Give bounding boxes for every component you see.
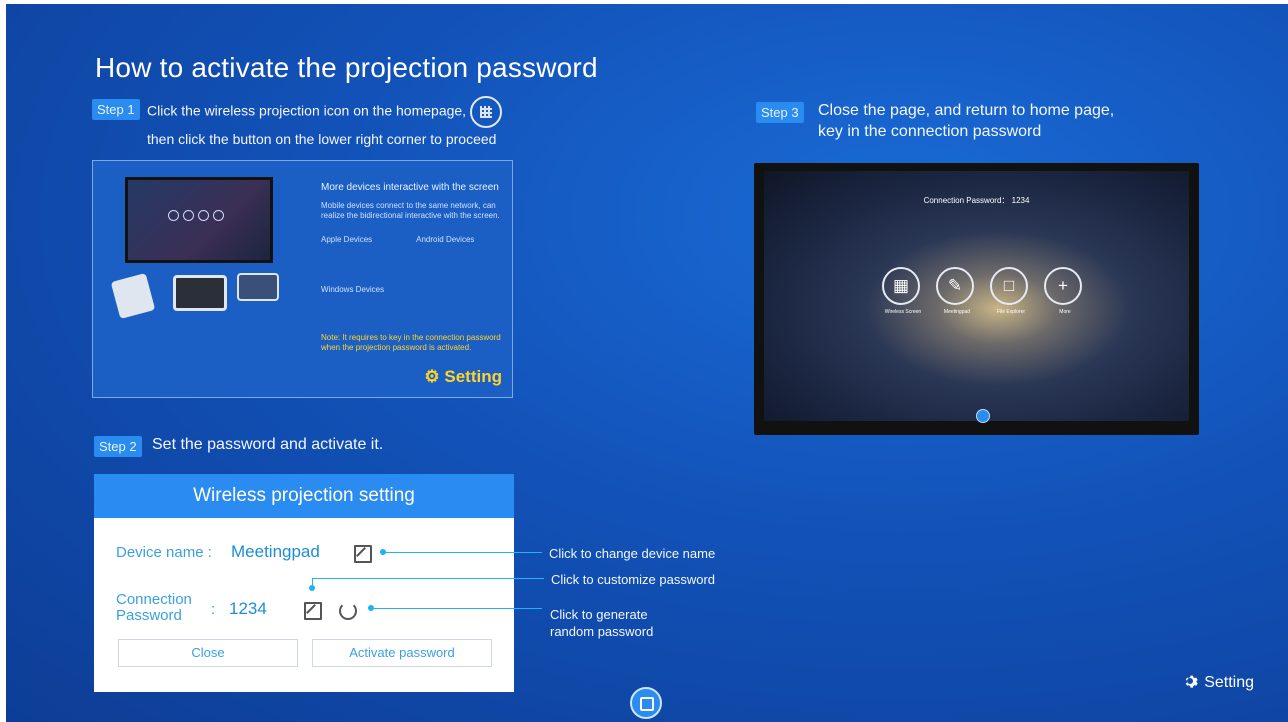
step3-preview: Connection Password： 1234 ▦ Wireless Scre…: [754, 163, 1199, 435]
refresh-icon[interactable]: [339, 602, 357, 620]
meetingpad-icon: ✎ Meetingpad: [936, 267, 974, 315]
preview-note: Note: It requires to key in the connecti…: [321, 333, 501, 352]
callout-random: Click to generate random password: [550, 606, 653, 640]
app-icons-row: ▦ Wireless Screen ✎ Meetingpad □ File Explo…: [882, 267, 1082, 315]
step3-line2: key in the connection password: [818, 123, 1042, 140]
connection-password-label: Connection Password: [116, 592, 192, 624]
connector-line: [384, 552, 542, 553]
step3-text: Close the page, and return to home page,…: [818, 100, 1114, 142]
step1-line1: Click the wireless projection icon on th…: [147, 102, 467, 119]
wireless-projection-icon: [470, 96, 503, 128]
connection-password-display: Connection Password： 1234: [923, 196, 1030, 205]
setting-button[interactable]: Setting: [1182, 673, 1254, 692]
callout-random-line2: random password: [550, 624, 654, 639]
step3-line1: Close the page, and return to home page,: [818, 102, 1115, 119]
callout-random-line1: Click to generate: [550, 607, 648, 622]
home-dot-icon: [976, 409, 990, 423]
left-border: [0, 0, 6, 722]
laptop-icon: [237, 273, 279, 301]
preview-instructions: More devices interactive with the screen…: [321, 183, 501, 353]
password-value: 1234: [229, 599, 267, 618]
tablet-icon: [173, 275, 227, 311]
connector-line: [312, 578, 313, 588]
step2-text: Set the password and activate it.: [152, 436, 384, 453]
step1-badge: Step 1: [92, 99, 140, 120]
device-name-value: Meetingpad: [231, 542, 320, 561]
preview-setting: ⚙ Setting: [424, 367, 502, 386]
password-label-line1: Connection: [116, 591, 192, 608]
preview-windows: Windows Devices: [321, 285, 385, 294]
preview-apple: Apple Devices: [321, 235, 373, 244]
top-border: [0, 0, 1288, 4]
preview-screen: Connection Password： 1234 ▦ Wireless Scre…: [764, 171, 1189, 423]
preview-subtext: Mobile devices connect to the same netwo…: [321, 201, 500, 220]
step1-line2: then click the button on the lower right…: [147, 131, 497, 147]
plus-icon: + More: [1044, 267, 1082, 315]
preview-android: Android Devices: [416, 235, 475, 244]
phone-icon: [110, 272, 156, 320]
page-title: How to activate the projection password: [95, 52, 598, 83]
device-name-label: Device name :: [116, 544, 212, 561]
password-label-line2: Password: [116, 607, 182, 624]
close-button[interactable]: Close: [118, 639, 298, 667]
setting-label: Setting: [1204, 674, 1254, 691]
edit-device-name-icon[interactable]: [354, 545, 372, 563]
wireless-projection-dialog: Wireless projection setting Device name …: [94, 474, 514, 692]
step1-text: Click the wireless projection icon on th…: [147, 96, 503, 150]
callout-customize: Click to customize password: [551, 572, 715, 587]
connector-line: [312, 578, 544, 579]
step2-badge: Step 2: [94, 436, 142, 457]
step3-badge: Step 3: [756, 102, 804, 123]
step1-preview: More devices interactive with the screen…: [92, 160, 513, 398]
callout-change-name: Click to change device name: [549, 546, 716, 561]
dialog-title: Wireless projection setting: [94, 474, 514, 518]
password-colon: :: [211, 601, 216, 618]
edit-password-icon[interactable]: [304, 602, 322, 620]
activate-password-button[interactable]: Activate password: [312, 639, 492, 667]
preview-app-icons: [168, 210, 224, 221]
home-button[interactable]: [630, 687, 662, 719]
folder-icon: □ File Explorer: [990, 267, 1028, 315]
gear-icon: [1185, 675, 1198, 688]
preview-setting-label: Setting: [444, 367, 502, 386]
preview-tv: [125, 177, 273, 263]
preview-devices: [107, 261, 287, 321]
app-label: More: [1059, 309, 1071, 315]
wireless-screen-icon: ▦ Wireless Screen: [882, 267, 921, 315]
preview-heading: More devices interactive with the screen: [321, 182, 499, 193]
connector-line: [372, 608, 542, 609]
